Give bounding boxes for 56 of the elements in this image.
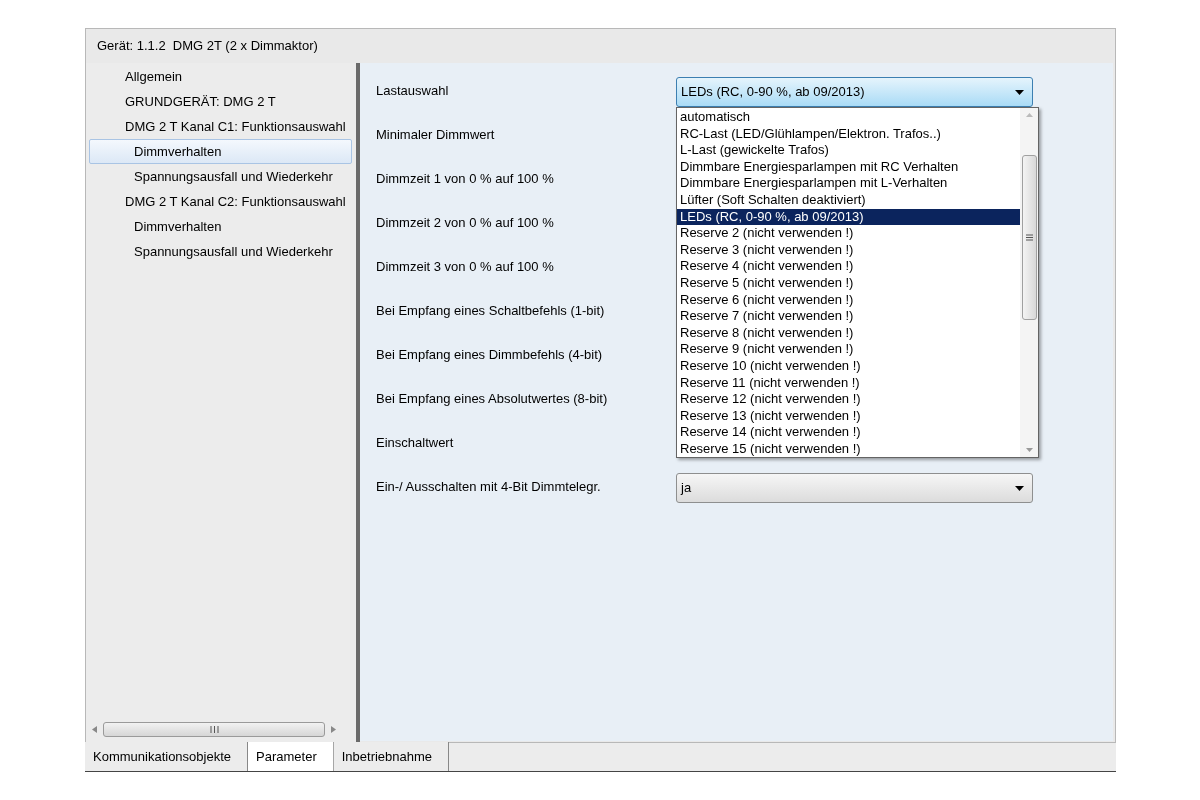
- dropdown-option[interactable]: Reserve 5 (nicht verwenden !): [677, 274, 1020, 292]
- parameter-label: Ein-/ Ausschalten mit 4-Bit Dimmtelegr.: [376, 478, 602, 496]
- dropdown-option[interactable]: Reserve 2 (nicht verwenden !): [677, 225, 1020, 242]
- dropdown-option[interactable]: Reserve 11 (nicht verwenden !): [677, 374, 1020, 392]
- grip-icon: [209, 725, 219, 733]
- dropdown-option[interactable]: Reserve 10 (nicht verwenden !): [677, 357, 1020, 375]
- vertical-scrollbar[interactable]: [1020, 108, 1038, 457]
- parameter-label: Bei Empfang eines Schaltbefehls (1-bit): [376, 302, 606, 320]
- dropdown-option[interactable]: Reserve 6 (nicht verwenden !): [677, 291, 1020, 309]
- dropdown-option[interactable]: Dimmbare Energiesparlampen mit RC Verhalten: [677, 158, 1020, 176]
- parameter-label: Einschaltwert: [376, 434, 455, 452]
- dropdown-option[interactable]: Lüfter (Soft Schalten deaktiviert): [677, 191, 1020, 209]
- parameter-label: Dimmzeit 3 von 0 % auf 100 %: [376, 258, 555, 276]
- dropdown-option[interactable]: Reserve 7 (nicht verwenden !): [677, 308, 1020, 325]
- scroll-right-icon[interactable]: [331, 725, 336, 733]
- caret-icon: [1015, 485, 1024, 491]
- tree-item[interactable]: Dimmverhalten: [89, 139, 352, 164]
- parameter-label: Dimmzeit 1 von 0 % auf 100 %: [376, 170, 555, 188]
- tree-item[interactable]: Allgemein: [124, 64, 352, 89]
- dropdown-option[interactable]: Reserve 4 (nicht verwenden !): [677, 258, 1020, 275]
- dropdown-option[interactable]: Reserve 13 (nicht verwenden !): [677, 407, 1020, 425]
- parameter-label: Lastauswahl: [376, 82, 450, 100]
- parameter-label: Minimaler Dimmwert: [376, 126, 496, 144]
- parameter-label: Dimmzeit 2 von 0 % auf 100 %: [376, 214, 555, 232]
- parameter-label: Bei Empfang eines Dimmbefehls (4-bit): [376, 346, 604, 364]
- dropdown-option[interactable]: Dimmbare Energiesparlampen mit L-Verhalten: [677, 175, 1020, 192]
- tree-item[interactable]: GRUNDGERÄT: DMG 2 T: [124, 89, 352, 114]
- tab[interactable]: Parameter: [248, 742, 334, 771]
- dropdown[interactable]: ja: [676, 473, 1033, 503]
- horizontal-scrollbar-thumb[interactable]: [103, 721, 325, 737]
- caret-icon: [1015, 89, 1024, 95]
- dropdown-option[interactable]: Reserve 9 (nicht verwenden !): [677, 341, 1020, 358]
- tree-item[interactable]: Spannungsausfall und Wiederkehr: [111, 239, 352, 264]
- dropdown-option[interactable]: Reserve 3 (nicht verwenden !): [677, 241, 1020, 259]
- device-title: Gerät: 1.1.2 DMG 2T (2 x Dimmaktor): [97, 37, 318, 56]
- tab[interactable]: Inbetriebnahme: [333, 742, 450, 771]
- dropdown-option[interactable]: L-Last (gewickelte Trafos): [677, 142, 1020, 159]
- dropdown[interactable]: LEDs (RC, 0-90 %, ab 09/2013): [676, 77, 1033, 107]
- tree-item[interactable]: DMG 2 T Kanal C2: Funktionsauswahl: [124, 189, 352, 214]
- dropdown-option[interactable]: RC-Last (LED/Glühlampen/Elektron. Trafos..): [677, 125, 1020, 143]
- dropdown-option[interactable]: Reserve 8 (nicht verwenden !): [677, 324, 1020, 342]
- tree-item[interactable]: Spannungsausfall und Wiederkehr: [111, 164, 352, 189]
- tree-item[interactable]: DMG 2 T Kanal C1: Funktionsauswahl: [124, 114, 352, 139]
- scrollbar-thumb[interactable]: [1021, 155, 1037, 320]
- tab[interactable]: Kommunikationsobjekte: [85, 742, 249, 771]
- grip-icon: [1025, 234, 1033, 241]
- tree-item[interactable]: Dimmverhalten: [111, 214, 352, 239]
- dropdown-option[interactable]: automatisch: [677, 109, 1020, 126]
- dropdown-option[interactable]: LEDs (RC, 0-90 %, ab 09/2013): [677, 208, 1020, 226]
- scroll-up-icon[interactable]: [1025, 113, 1033, 117]
- parameter-label: Bei Empfang eines Absolutwertes (8-bit): [376, 390, 609, 408]
- dropdown-option[interactable]: Reserve 12 (nicht verwenden !): [677, 391, 1020, 408]
- scroll-down-icon[interactable]: [1025, 448, 1033, 452]
- dropdown-option[interactable]: Reserve 14 (nicht verwenden !): [677, 424, 1020, 441]
- dropdown-option[interactable]: Reserve 15 (nicht verwenden !): [677, 440, 1020, 458]
- scroll-left-icon[interactable]: [92, 725, 97, 733]
